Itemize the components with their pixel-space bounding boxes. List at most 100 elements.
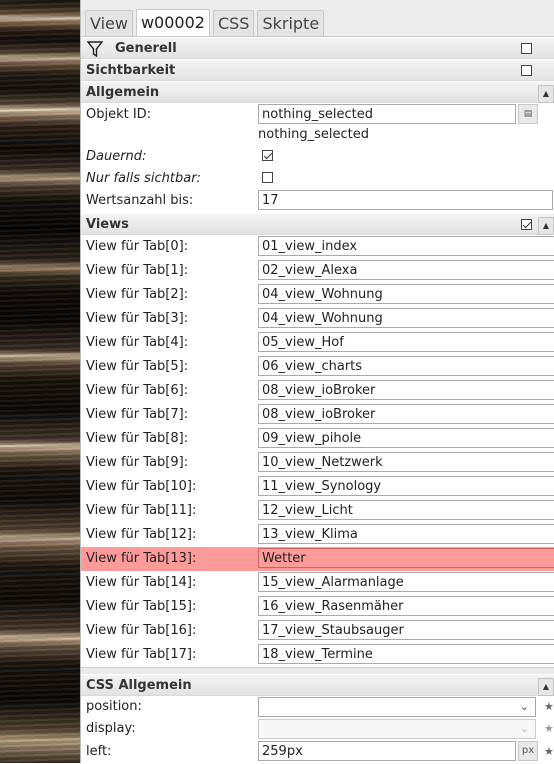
view-tab-input[interactable]: 16_view_Rasenmäher bbox=[258, 596, 554, 616]
view-tab-input[interactable]: 01_view_index bbox=[258, 236, 554, 256]
row-objekt-id: Objekt ID: nothing_selected ▤ bbox=[81, 103, 554, 127]
view-tab-label: View für Tab[2]: bbox=[86, 287, 189, 302]
objekt-id-label: Objekt ID: bbox=[86, 107, 152, 122]
section-divider bbox=[81, 667, 554, 674]
css-display-select: ⌄ bbox=[258, 719, 536, 739]
view-tab-input[interactable]: 17_view_Staubsauger bbox=[258, 620, 554, 640]
tab-skripte[interactable]: Skripte bbox=[257, 10, 325, 36]
row-css-position: position: ⌄ ★ bbox=[81, 696, 554, 718]
view-tab-label: View für Tab[15]: bbox=[86, 599, 197, 614]
section-css-allgemein-label: CSS Allgemein bbox=[86, 678, 192, 693]
view-tab-label: View für Tab[1]: bbox=[86, 263, 189, 278]
view-tab-label: View für Tab[13]: bbox=[86, 551, 197, 566]
objekt-id-hint: nothing_selected bbox=[258, 127, 370, 142]
section-sichtbarkeit[interactable]: Sichtbarkeit bbox=[81, 59, 554, 81]
css-position-select[interactable]: ⌄ bbox=[258, 697, 536, 717]
generell-checkbox[interactable] bbox=[521, 43, 532, 54]
view-tab-input[interactable]: 04_view_Wohnung bbox=[258, 308, 554, 328]
view-tab-label: View für Tab[0]: bbox=[86, 239, 189, 254]
view-tab-label: View für Tab[4]: bbox=[86, 335, 189, 350]
css-left-unit-button[interactable]: px bbox=[518, 741, 538, 761]
view-tab-label: View für Tab[10]: bbox=[86, 479, 197, 494]
view-tab-input[interactable]: 15_view_Alarmanlage bbox=[258, 572, 554, 592]
section-views-label: Views bbox=[86, 217, 129, 232]
view-tab-input[interactable]: 08_view_ioBroker bbox=[258, 404, 554, 424]
css-position-label: position: bbox=[86, 699, 142, 714]
wertsanzahl-input[interactable]: 17 bbox=[258, 190, 553, 210]
row-wertsanzahl: Wertsanzahl bis: 17 bbox=[81, 189, 554, 213]
view-tab-label: View für Tab[5]: bbox=[86, 359, 189, 374]
view-tab-row: View für Tab[12]: 13_view_Klima bbox=[81, 523, 554, 547]
row-css-left: left: 259px px ★ bbox=[81, 740, 554, 764]
view-tab-row: View für Tab[17]: 18_view_Termine bbox=[81, 643, 554, 667]
css-display-label: display: bbox=[86, 721, 136, 736]
view-tab-input[interactable]: 06_view_charts bbox=[258, 356, 554, 376]
view-tab-input[interactable]: 08_view_ioBroker bbox=[258, 380, 554, 400]
view-tab-input[interactable]: 13_view_Klima bbox=[258, 524, 554, 544]
view-tab-input[interactable]: 05_view_Hof bbox=[258, 332, 554, 352]
section-views[interactable]: Views ▲ bbox=[81, 213, 554, 235]
view-tab-label: View für Tab[17]: bbox=[86, 647, 197, 662]
view-tab-label: View für Tab[6]: bbox=[86, 383, 189, 398]
view-tab-label: View für Tab[11]: bbox=[86, 503, 197, 518]
view-tab-row: View für Tab[0]: 01_view_index bbox=[81, 235, 554, 259]
view-tab-input[interactable]: 18_view_Termine bbox=[258, 644, 554, 664]
view-tab-label: View für Tab[12]: bbox=[86, 527, 197, 542]
view-tab-row: View für Tab[8]: 09_view_pihole bbox=[81, 427, 554, 451]
collapse-allgemein-icon[interactable]: ▲ bbox=[538, 85, 554, 103]
view-tab-input[interactable]: Wetter bbox=[258, 548, 554, 568]
filter-icon bbox=[87, 41, 103, 57]
view-tab-row: View für Tab[11]: 12_view_Licht bbox=[81, 499, 554, 523]
dauernd-checkbox[interactable] bbox=[262, 150, 273, 161]
tab-widget[interactable]: w00002 bbox=[135, 9, 210, 36]
view-tab-row: View für Tab[2]: 04_view_Wohnung bbox=[81, 283, 554, 307]
star-icon[interactable]: ★ bbox=[544, 722, 554, 735]
view-tab-row: View für Tab[16]: 17_view_Staubsauger bbox=[81, 619, 554, 643]
view-tab-label: View für Tab[3]: bbox=[86, 311, 189, 326]
properties-panel: View w00002 CSS Skripte Generell Sichtba… bbox=[80, 0, 554, 763]
view-tab-input[interactable]: 10_view_Netzwerk bbox=[258, 452, 554, 472]
view-tab-row: View für Tab[15]: 16_view_Rasenmäher bbox=[81, 595, 554, 619]
view-tab-row: View für Tab[7]: 08_view_ioBroker bbox=[81, 403, 554, 427]
view-tab-row: View für Tab[9]: 10_view_Netzwerk bbox=[81, 451, 554, 475]
collapse-css-icon[interactable]: ▲ bbox=[538, 678, 554, 696]
row-dauernd: Dauernd: bbox=[81, 145, 554, 167]
view-tab-row: View für Tab[1]: 02_view_Alexa bbox=[81, 259, 554, 283]
star-icon[interactable]: ★ bbox=[544, 700, 554, 713]
view-tab-label: View für Tab[7]: bbox=[86, 407, 189, 422]
chevron-down-icon: ⌄ bbox=[519, 700, 529, 713]
view-tab-label: View für Tab[14]: bbox=[86, 575, 197, 590]
section-generell[interactable]: Generell bbox=[81, 37, 554, 59]
view-tab-row: View für Tab[5]: 06_view_charts bbox=[81, 355, 554, 379]
nur-falls-sichtbar-label: Nur falls sichtbar: bbox=[86, 171, 201, 186]
star-icon[interactable]: ★ bbox=[544, 745, 554, 758]
view-tab-row: View für Tab[14]: 15_view_Alarmanlage bbox=[81, 571, 554, 595]
views-list: View für Tab[0]: 01_view_index View für Ta… bbox=[81, 235, 554, 667]
view-tab-label: View für Tab[9]: bbox=[86, 455, 189, 470]
section-generell-label: Generell bbox=[115, 41, 177, 56]
objekt-id-hint-row: nothing_selected bbox=[81, 127, 554, 145]
view-tab-row: View für Tab[13]: Wetter bbox=[81, 547, 554, 571]
tab-view[interactable]: View bbox=[85, 10, 133, 36]
view-tab-input[interactable]: 04_view_Wohnung bbox=[258, 284, 554, 304]
section-css-allgemein[interactable]: CSS Allgemein ▲ bbox=[81, 674, 554, 696]
section-allgemein[interactable]: Allgemein ▲ bbox=[81, 81, 554, 103]
chevron-down-icon: ⌄ bbox=[519, 722, 529, 735]
view-tab-input[interactable]: 09_view_pihole bbox=[258, 428, 554, 448]
nur-falls-sichtbar-checkbox[interactable] bbox=[262, 172, 273, 183]
tab-css[interactable]: CSS bbox=[212, 10, 255, 36]
views-checkbox[interactable] bbox=[521, 219, 532, 230]
view-tab-label: View für Tab[8]: bbox=[86, 431, 189, 446]
css-left-input[interactable]: 259px bbox=[258, 741, 516, 761]
collapse-views-icon[interactable]: ▲ bbox=[538, 217, 554, 235]
sichtbarkeit-checkbox[interactable] bbox=[521, 65, 532, 76]
tab-bar: View w00002 CSS Skripte bbox=[81, 0, 554, 37]
view-tab-input[interactable]: 12_view_Licht bbox=[258, 500, 554, 520]
select-object-button[interactable]: ▤ bbox=[518, 104, 538, 124]
view-tab-input[interactable]: 11_view_Synology bbox=[258, 476, 554, 496]
row-css-display: display: ⌄ ★ bbox=[81, 718, 554, 740]
objekt-id-input[interactable]: nothing_selected bbox=[258, 104, 516, 124]
view-tab-input[interactable]: 02_view_Alexa bbox=[258, 260, 554, 280]
view-tab-label: View für Tab[16]: bbox=[86, 623, 197, 638]
view-tab-row: View für Tab[3]: 04_view_Wohnung bbox=[81, 307, 554, 331]
